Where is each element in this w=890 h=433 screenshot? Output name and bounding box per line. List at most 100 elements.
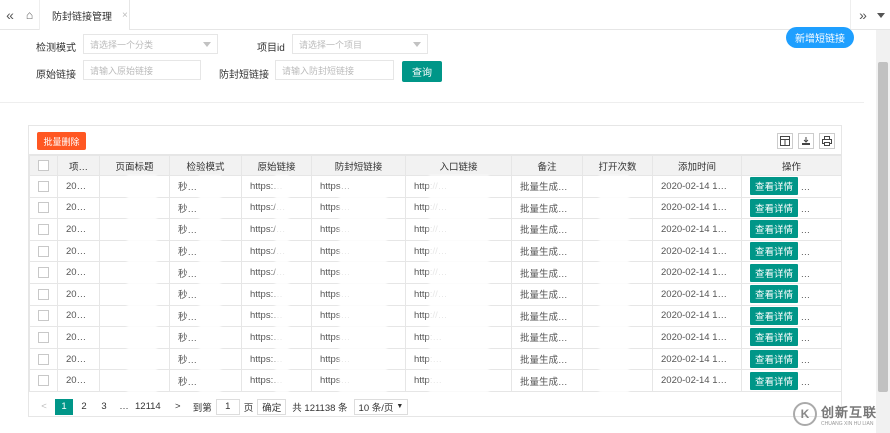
view-details-button[interactable]: 查看详情 [750, 371, 799, 390]
cell-time: 2020-02-14 1… [652, 218, 742, 241]
row-checkbox[interactable] [38, 288, 49, 300]
col-header-origin[interactable]: 原始链接 [241, 155, 312, 176]
redaction-mask [275, 175, 289, 393]
row-checkbox[interactable] [38, 223, 49, 235]
row-checkbox[interactable] [38, 331, 49, 343]
col-header-action: 操作 [741, 155, 842, 176]
detect-mode-label: 检测模式 [36, 43, 76, 54]
tab-link-management[interactable]: 防封链接管理 × [40, 0, 130, 30]
cell-id: 20… [57, 326, 100, 349]
view-details-button[interactable]: 查看详情 [750, 328, 799, 347]
view-details-button[interactable]: 查看详情 [750, 350, 799, 369]
origin-link-input[interactable]: 请输入原始链接 [83, 60, 201, 80]
detect-mode-placeholder: 请选择一个分类 [90, 39, 154, 50]
row-checkbox-cell[interactable] [29, 326, 58, 349]
view-details-button[interactable]: 查看详情 [750, 198, 799, 217]
row-checkbox-cell[interactable] [29, 239, 58, 263]
scrollbar[interactable] [876, 30, 890, 433]
home-tab[interactable]: ⌂ [20, 0, 40, 30]
truncation-ellipsis: … [798, 247, 811, 259]
row-checkbox-cell[interactable] [29, 218, 58, 241]
cell-note: 批量生成… [511, 282, 583, 306]
short-link-placeholder: 请输入防封短链接 [282, 65, 355, 76]
row-checkbox[interactable] [38, 202, 49, 214]
col-header-entry[interactable]: 入口链接 [405, 155, 512, 176]
add-short-link-button[interactable]: 新增短链接 [786, 27, 854, 48]
goto-confirm-button[interactable]: 确定 [257, 398, 287, 415]
row-checkbox-cell[interactable] [29, 369, 58, 392]
cell-id: 20… [57, 239, 100, 263]
scrollbar-thumb[interactable] [878, 62, 888, 392]
row-checkbox[interactable] [38, 353, 49, 365]
truncation-ellipsis: … [798, 182, 811, 194]
col-header-time[interactable]: 添加时间 [652, 155, 742, 176]
col-header-note[interactable]: 备注 [511, 155, 583, 176]
next-page-button[interactable]: > [169, 399, 187, 415]
view-details-button[interactable]: 查看详情 [750, 263, 799, 282]
export-icon[interactable] [798, 133, 814, 149]
row-checkbox-cell[interactable] [29, 304, 58, 328]
cell-note: 批量生成… [511, 261, 583, 284]
page-1-button[interactable]: 1 [55, 398, 73, 415]
tab-menu-button[interactable] [871, 0, 890, 30]
col-header-short[interactable]: 防封短链接 [311, 155, 406, 176]
close-icon[interactable]: × [122, 10, 128, 21]
truncation-ellipsis: … [798, 311, 811, 323]
row-checkbox[interactable] [38, 267, 49, 279]
query-button[interactable]: 查询 [402, 61, 442, 82]
scroll-tabs-right-button[interactable]: » [853, 0, 873, 30]
cell-time: 2020-02-14 1… [652, 196, 742, 220]
cell-id: 20… [57, 282, 100, 306]
cell-action: 查看详情 … [741, 175, 842, 198]
view-details-button[interactable]: 查看详情 [750, 220, 799, 239]
print-icon[interactable] [819, 133, 835, 149]
view-details-button[interactable]: 查看详情 [750, 242, 799, 261]
project-select[interactable]: 请选择一个项目 [292, 34, 428, 54]
truncation-ellipsis: … [798, 355, 811, 367]
prev-page-button[interactable]: < [35, 399, 53, 415]
project-placeholder: 请选择一个项目 [299, 39, 363, 50]
row-checkbox-cell[interactable] [29, 175, 58, 198]
truncation-ellipsis: … [798, 268, 811, 280]
row-checkbox-cell[interactable] [29, 196, 58, 220]
col-header-mode[interactable]: 检验模式 [169, 155, 242, 176]
row-checkbox[interactable] [38, 245, 49, 257]
cell-id: 20… [57, 261, 100, 284]
tab-bar: « ⌂ 防封链接管理 × » [0, 0, 890, 30]
columns-filter-icon[interactable] [777, 133, 793, 149]
short-link-label: 防封短链接 [219, 70, 269, 81]
table-header-row: 项… 页面标题 检验模式 原始链接 防封短链接 入口链接 备注 打开次数 添加时… [29, 155, 842, 176]
row-checkbox[interactable] [38, 375, 49, 387]
cell-action: 查看详情 … [741, 304, 842, 328]
view-details-button[interactable]: 查看详情 [750, 177, 799, 196]
col-header-opens[interactable]: 打开次数 [582, 155, 653, 176]
page-size-select[interactable]: 10 条/页 ▼ [353, 398, 409, 415]
row-checkbox-cell[interactable] [29, 347, 58, 371]
cell-time: 2020-02-14 1… [652, 175, 742, 198]
truncation-ellipsis: … [798, 376, 811, 388]
col-header-title[interactable]: 页面标题 [99, 155, 170, 176]
cell-time: 2020-02-14 1… [652, 261, 742, 284]
batch-delete-button[interactable]: 批量删除 [37, 132, 86, 150]
last-page-button[interactable]: 12114 [135, 399, 161, 415]
select-all-checkbox[interactable] [38, 159, 49, 171]
cell-note: 批量生成… [511, 304, 583, 328]
view-details-button[interactable]: 查看详情 [750, 285, 799, 304]
select-all-checkbox-cell[interactable] [29, 155, 58, 176]
scroll-tabs-left-button[interactable]: « [0, 0, 20, 30]
page-2-button[interactable]: 2 [75, 399, 93, 415]
row-checkbox-cell[interactable] [29, 261, 58, 284]
row-checkbox[interactable] [38, 310, 49, 322]
row-checkbox-cell[interactable] [29, 282, 58, 306]
page-3-button[interactable]: 3 [95, 399, 113, 415]
truncation-ellipsis: … [798, 225, 811, 237]
total-count: 共 121138 条 [292, 402, 348, 414]
col-header-id[interactable]: 项… [57, 155, 100, 176]
goto-page-input[interactable]: 1 [215, 398, 240, 415]
detect-mode-select[interactable]: 请选择一个分类 [83, 34, 218, 54]
cell-action: 查看详情 … [741, 347, 842, 371]
row-checkbox[interactable] [38, 180, 49, 192]
redaction-mask [339, 188, 387, 393]
view-details-button[interactable]: 查看详情 [750, 306, 799, 325]
short-link-input[interactable]: 请输入防封短链接 [275, 60, 394, 80]
